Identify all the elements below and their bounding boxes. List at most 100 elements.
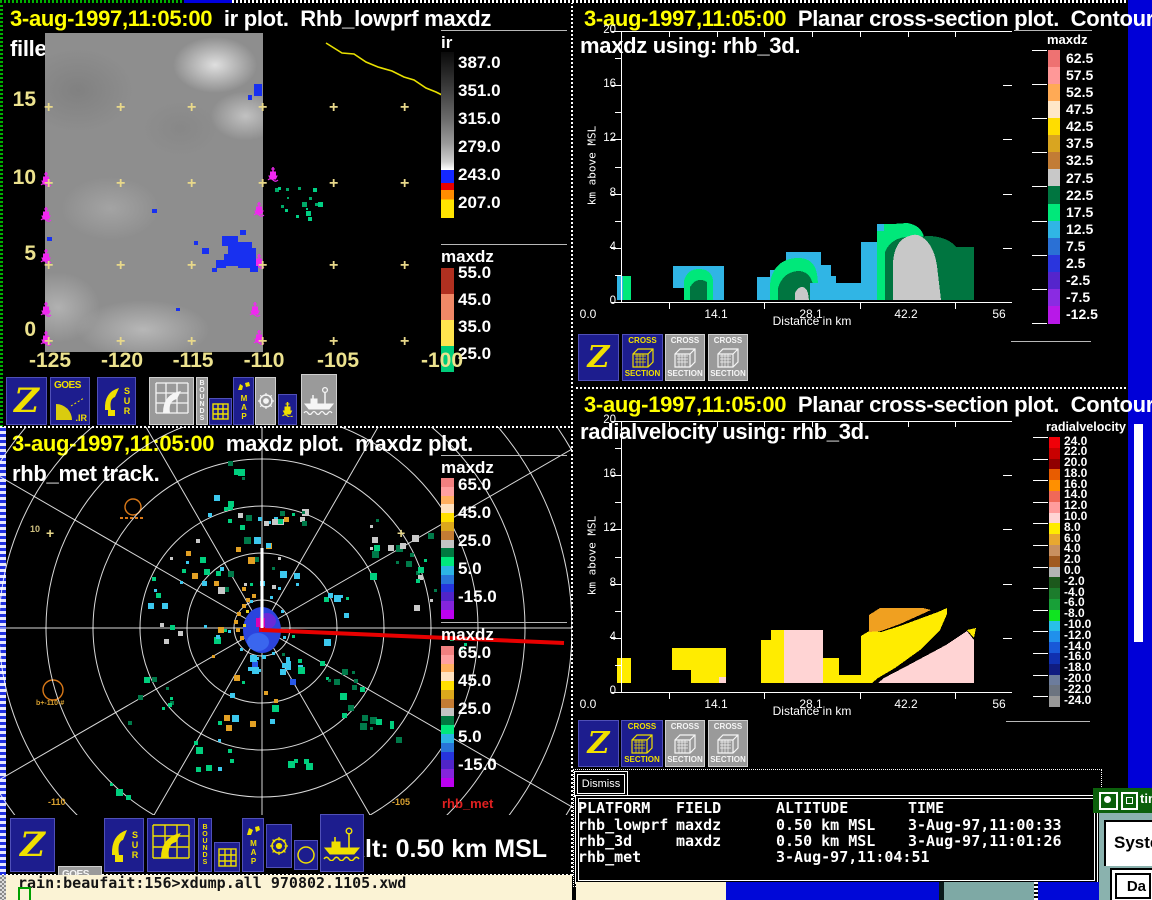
ir-cold-cloud (176, 308, 180, 311)
radar-echo (152, 677, 157, 682)
y-major-tick-right (1003, 139, 1012, 141)
toolbar-bounds-button[interactable]: BOUNDS (196, 377, 208, 425)
colorbar-segment (1049, 696, 1060, 708)
radar-echo (370, 717, 377, 724)
toolbar-bounds-button[interactable]: BOUNDS (198, 818, 212, 872)
radar-echo (164, 639, 169, 644)
scrollbar-thumb[interactable] (1134, 424, 1143, 642)
titlebar-menu-icon[interactable] (1099, 792, 1118, 810)
toolbar-zebra-button[interactable]: Z (578, 334, 619, 381)
toolbar-goes-ir-button[interactable]: GOES .IR (50, 377, 90, 425)
radar-echo (281, 205, 284, 208)
toolbar-subgrid-button[interactable] (214, 842, 240, 872)
radialvelocity-contours (617, 608, 976, 683)
titlebar-minimize-icon[interactable] (1121, 792, 1138, 810)
toolbar-optic-button[interactable] (255, 377, 276, 425)
toolbar-grid-radar-button[interactable] (149, 377, 194, 425)
y-tick-label: 4 (609, 240, 616, 253)
cross-section-button[interactable]: CROSS SECTION (708, 334, 748, 381)
toolbar-surveillance-button[interactable]: SUR (104, 818, 144, 872)
radar-echo (160, 623, 164, 627)
radar-echo (334, 679, 340, 685)
radar-echo (116, 789, 123, 796)
colorbar-scale-tick (1032, 152, 1047, 154)
colorbar-segment (1049, 437, 1060, 448)
colorbar-segment (1048, 237, 1060, 256)
toolbar-buoy-button[interactable] (278, 394, 297, 425)
colorbar-segment (441, 583, 454, 593)
toolbar-zebra-button[interactable]: Z (578, 720, 619, 767)
buoy-marker-label: b+-110-# (36, 700, 65, 707)
sur-label: SUR (122, 386, 132, 416)
radar-echo (278, 519, 283, 524)
radar-echo (252, 667, 259, 674)
cross-section-button-active[interactable]: CROSS SECTION (622, 334, 663, 381)
radar-echo (287, 197, 289, 199)
colorbar-segment (1049, 620, 1060, 632)
radar-echo (282, 653, 285, 656)
colorbar-segment (441, 522, 454, 531)
radar-echo (372, 551, 379, 558)
dismiss-button[interactable]: Dismiss (577, 774, 625, 794)
cross-section-button[interactable]: CROSS SECTION (708, 720, 748, 767)
ir-y-tick-label: 5 (24, 242, 36, 265)
ppi-range-label: 10 (30, 524, 41, 534)
data-button[interactable]: Da (1115, 873, 1151, 899)
radar-echo (370, 525, 373, 528)
cross-section-button[interactable]: CROSS SECTION (665, 334, 705, 381)
ir-y-tick-label: 0 (24, 318, 36, 341)
radar-echo (418, 567, 424, 573)
toolbar-surveillance-button[interactable]: SUR (97, 377, 136, 425)
taskbar-segment-cream[interactable] (576, 882, 726, 900)
y-major-tick-right (1003, 85, 1012, 87)
toolbar-zebra-button[interactable]: Z (10, 818, 55, 872)
grid-radar-icon (152, 824, 190, 859)
grid-plus-mark: + (258, 257, 268, 274)
ir-x-tick-label: -110 (243, 349, 285, 372)
taskbar-segment-blue[interactable] (726, 882, 939, 900)
radar-echo (296, 215, 299, 218)
section-label: SECTION (710, 755, 746, 764)
cross-section-button[interactable]: CROSS SECTION (665, 720, 705, 767)
ir-cold-cloud (47, 237, 52, 241)
track-platform-label: rhb_met (442, 796, 494, 811)
colorbar-scale-tick (1033, 674, 1048, 676)
map-label: MAP (239, 394, 249, 421)
taskbar-segment-teal[interactable] (944, 882, 1034, 900)
grid-plus-mark: + (187, 175, 197, 192)
colorbar-segment (441, 530, 454, 540)
radar-echo (298, 659, 302, 663)
toolbar-ship-button[interactable] (320, 814, 364, 872)
info-table-cell: rhb_met (578, 848, 642, 866)
colorbar-tick-label: 2.5 (1066, 254, 1086, 271)
colorbar-tick-label: 25.0 (458, 699, 492, 718)
colorbar-segment (441, 760, 454, 770)
toolbar-map-button[interactable]: MAP (242, 818, 264, 872)
y-minor-tick (615, 112, 621, 114)
toolbar-map-button[interactable]: MAP (233, 377, 254, 425)
radar-echo (152, 577, 156, 581)
colorbar-segment (1049, 545, 1060, 556)
colorbar-segment (1049, 577, 1060, 589)
toolbar-circle-button[interactable] (294, 840, 318, 870)
radar-echo (292, 513, 295, 516)
radar-echo (214, 495, 220, 501)
toolbar-zebra-button[interactable]: Z (6, 377, 47, 425)
radar-echo (278, 587, 281, 590)
colorbar-tick-label: 351.0 (458, 81, 501, 100)
maxdz-contours (617, 223, 974, 300)
radar-echo (218, 627, 224, 633)
toolbar-grid-radar-button[interactable] (147, 818, 195, 872)
radar-echo (262, 655, 266, 659)
toolbar-subgrid-button[interactable] (209, 398, 232, 425)
time-window-titlebar[interactable]: tim (1093, 788, 1152, 813)
x-tick-label: 28.1 (799, 697, 823, 711)
radar-echo (248, 667, 252, 671)
toolbar-optic-button[interactable] (266, 824, 292, 868)
cube-icon (631, 733, 653, 754)
radar-echo (226, 725, 232, 731)
toolbar-ship-button[interactable] (301, 374, 337, 425)
terminal-window[interactable]: rain:beaufait:156>xdump.all 970802.1105.… (6, 874, 572, 900)
cross-section-button-active[interactable]: CROSS SECTION (621, 720, 663, 767)
radar-echo (250, 583, 253, 586)
